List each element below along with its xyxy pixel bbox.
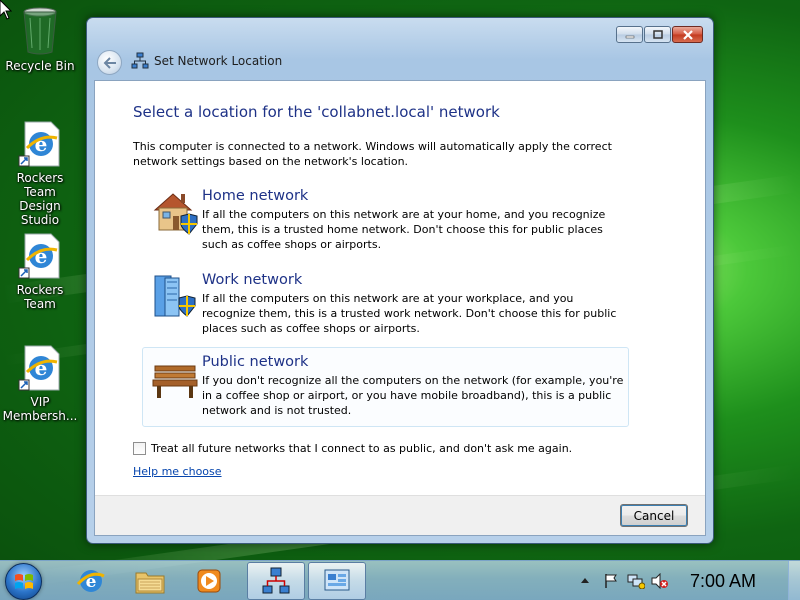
caption-buttons (615, 26, 703, 43)
internet-explorer-icon: e (18, 345, 60, 391)
back-button[interactable] (97, 50, 122, 75)
intro-text: This computer is connected to a network.… (133, 140, 612, 168)
treat-as-public-checkbox-row[interactable]: Treat all future networks that I connect… (133, 442, 572, 455)
windows-explorer-icon (135, 572, 165, 594)
taskbar-internet-explorer[interactable]: e (62, 562, 120, 600)
cancel-button[interactable]: Cancel (620, 504, 688, 527)
option-title: Public network (202, 354, 309, 370)
back-arrow-icon (103, 56, 116, 69)
taskbar-network-window[interactable] (247, 562, 305, 600)
option-home-network[interactable]: Home network If all the computers on thi… (142, 181, 629, 261)
treat-as-public-checkbox[interactable] (133, 442, 146, 455)
desktop-icon-rockers-team[interactable]: e Rockers Team (0, 232, 80, 311)
desktop-icon-label: Rockers Team (16, 283, 64, 311)
desktop-icon-label: Rockers Team Design Studio (16, 171, 64, 227)
maximize-icon (652, 30, 663, 39)
desktop-icon-label: VIP Membersh... (2, 395, 78, 423)
svg-text:e: e (35, 244, 48, 268)
dialog-footer: Cancel (95, 495, 705, 535)
taskbar-windows-explorer[interactable] (121, 562, 179, 600)
minimize-button[interactable] (616, 26, 643, 43)
taskbar: e 7:00 AM (0, 560, 800, 600)
desktop-icon-label: Recycle Bin (5, 59, 75, 73)
action-center-flag-icon[interactable] (603, 573, 619, 589)
option-description: If you don't recognize all the computers… (202, 374, 624, 417)
taskbar-clock[interactable]: 7:00 AM (690, 571, 756, 592)
taskbar-control-panel[interactable] (308, 562, 366, 600)
desktop-icon-recycle-bin[interactable]: Recycle Bin (0, 6, 80, 73)
media-player-icon (197, 569, 221, 593)
show-hidden-icons-icon[interactable] (580, 576, 590, 584)
public-network-icon (152, 365, 198, 398)
internet-explorer-icon: e (76, 570, 105, 592)
network-icon (131, 52, 149, 69)
option-title: Home network (202, 188, 309, 204)
minimize-icon (625, 35, 634, 38)
option-description: If all the computers on this network are… (202, 292, 617, 335)
desktop-icon-vip-membership[interactable]: e VIP Membersh... (0, 344, 80, 423)
network-tray-icon[interactable] (627, 573, 645, 589)
option-work-network[interactable]: Work network If all the computers on thi… (142, 265, 629, 345)
volume-muted-icon[interactable] (651, 573, 669, 589)
maximize-button[interactable] (644, 26, 671, 43)
option-public-network[interactable]: Public network If you don't recognize al… (142, 347, 629, 427)
internet-explorer-icon: e (18, 233, 60, 279)
windows-logo-icon (14, 573, 33, 589)
show-desktop-button[interactable] (788, 561, 800, 600)
option-description: If all the computers on this network are… (202, 208, 606, 251)
svg-text:e: e (35, 132, 48, 156)
recycle-bin-icon (23, 7, 57, 55)
network-icon (262, 567, 290, 594)
window-title: Set Network Location (154, 54, 283, 68)
desktop-icon-rockers-team-design-studio[interactable]: e Rockers Team Design Studio (0, 120, 80, 227)
start-button[interactable] (5, 563, 42, 600)
set-network-location-window: Set Network Location Select a location f… (86, 17, 714, 544)
work-network-icon (154, 275, 196, 317)
internet-explorer-icon: e (18, 121, 60, 167)
taskbar-media-player[interactable] (180, 562, 238, 600)
page-heading: Select a location for the 'collabnet.loc… (133, 103, 500, 121)
help-me-choose-link[interactable]: Help me choose (133, 465, 222, 478)
home-network-icon (153, 193, 198, 235)
close-button[interactable] (672, 26, 703, 43)
dialog-content: Select a location for the 'collabnet.loc… (94, 80, 706, 536)
option-title: Work network (202, 272, 303, 288)
svg-text:e: e (35, 356, 48, 380)
checkbox-label: Treat all future networks that I connect… (151, 442, 573, 455)
control-panel-icon (324, 569, 350, 591)
close-icon (682, 29, 693, 40)
